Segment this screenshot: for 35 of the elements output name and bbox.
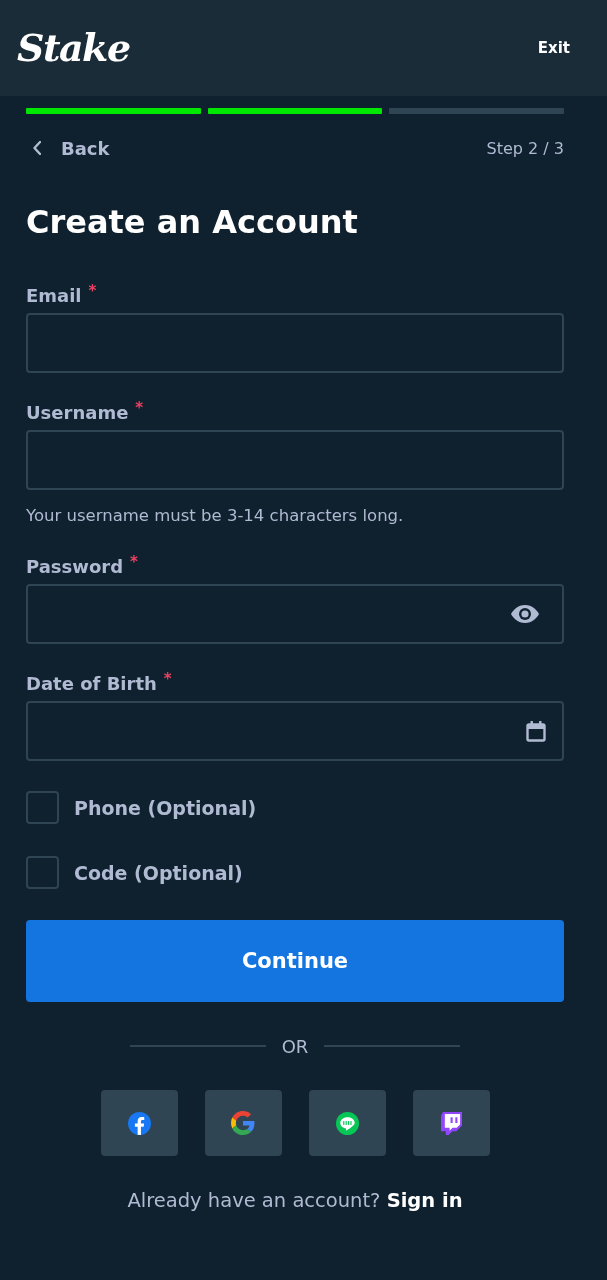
or-divider-label: OR — [281, 1035, 309, 1057]
sign-in-link[interactable]: Sign in — [386, 1189, 463, 1212]
checkbox[interactable] — [26, 791, 59, 824]
field-label: Username — [26, 401, 129, 423]
eye-icon[interactable] — [510, 604, 540, 624]
required-mark: * — [135, 400, 144, 416]
field-label: Date of Birth — [26, 672, 157, 694]
field-hint: Your username must be 3-14 characters long. — [26, 505, 405, 527]
facebook-icon — [127, 1111, 151, 1135]
required-mark: * — [163, 671, 172, 687]
field-label: Password — [26, 555, 124, 577]
required-mark: * — [130, 554, 138, 570]
calendar-icon[interactable] — [526, 720, 546, 742]
required-mark: * — [88, 283, 97, 299]
checkbox-label[interactable]: Code (Optional) — [74, 861, 243, 884]
exit-button[interactable]: Exit — [537, 39, 570, 57]
chevron-left-icon — [33, 141, 41, 155]
field-label: Email — [26, 284, 82, 306]
date-field[interactable] — [26, 701, 564, 761]
sign-in-prompt: Already have an account? Sign in — [126, 1188, 464, 1214]
password-field[interactable] — [26, 584, 564, 644]
social-login-button[interactable] — [308, 1090, 386, 1156]
input-field[interactable] — [26, 313, 564, 373]
page-title: Create an Account — [26, 203, 359, 241]
checkbox[interactable] — [26, 856, 59, 889]
continue-button[interactable]: Continue — [26, 920, 564, 1002]
social-login-button[interactable] — [412, 1090, 490, 1156]
logo[interactable]: Stake — [17, 24, 130, 72]
speech-bubble-icon — [335, 1111, 359, 1135]
google-icon — [231, 1111, 255, 1135]
step-indicator: Step 2 / 3 — [486, 138, 564, 158]
checkbox-label[interactable]: Phone (Optional) — [74, 796, 257, 819]
input-field[interactable] — [26, 430, 564, 490]
back-button[interactable]: Back — [26, 137, 110, 159]
twitch-icon — [440, 1111, 462, 1135]
